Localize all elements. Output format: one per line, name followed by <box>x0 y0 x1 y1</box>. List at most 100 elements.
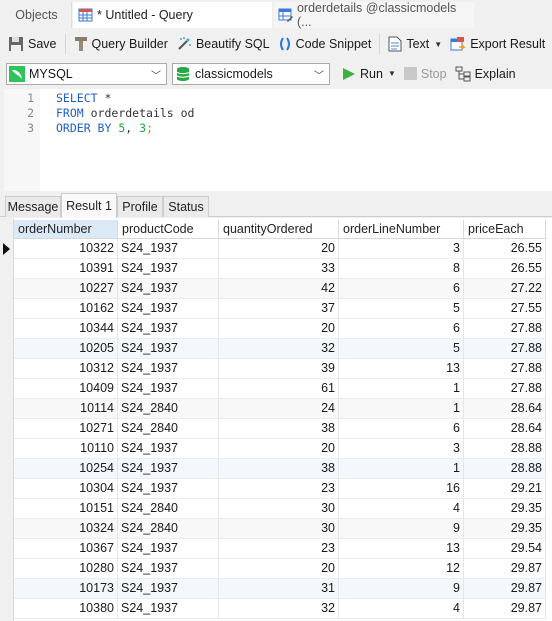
code-snippet-button[interactable]: Code Snippet <box>274 32 376 56</box>
cell-priceEach[interactable]: 28.64 <box>464 399 546 419</box>
cell-productCode[interactable]: S24_1937 <box>118 259 219 279</box>
cell-quantityOrdered[interactable]: 31 <box>219 579 339 599</box>
table-row[interactable]: 10312 S24_1937 39 13 27.88 <box>14 359 546 379</box>
table-row[interactable]: 10254 S24_1937 38 1 28.88 <box>14 459 546 479</box>
cell-orderLineNumber[interactable]: 3 <box>339 239 464 259</box>
table-row[interactable]: 10367 S24_1937 23 13 29.54 <box>14 539 546 559</box>
cell-priceEach[interactable]: 27.88 <box>464 379 546 399</box>
cell-orderLineNumber[interactable]: 4 <box>339 499 464 519</box>
cell-priceEach[interactable]: 27.88 <box>464 319 546 339</box>
cell-orderNumber[interactable]: 10271 <box>14 419 118 439</box>
cell-orderLineNumber[interactable]: 8 <box>339 259 464 279</box>
table-row[interactable]: 10173 S24_1937 31 9 29.87 <box>14 579 546 599</box>
cell-priceEach[interactable]: 29.54 <box>464 539 546 559</box>
column-header-quantityOrdered[interactable]: quantityOrdered <box>219 220 339 239</box>
cell-quantityOrdered[interactable]: 20 <box>219 319 339 339</box>
cell-orderLineNumber[interactable]: 3 <box>339 439 464 459</box>
cell-orderLineNumber[interactable]: 12 <box>339 559 464 579</box>
beautify-sql-button[interactable]: Beautify SQL <box>172 32 274 56</box>
cell-orderLineNumber[interactable]: 13 <box>339 359 464 379</box>
cell-quantityOrdered[interactable]: 30 <box>219 519 339 539</box>
cell-priceEach[interactable]: 26.55 <box>464 259 546 279</box>
cell-quantityOrdered[interactable]: 39 <box>219 359 339 379</box>
cell-orderNumber[interactable]: 10162 <box>14 299 118 319</box>
cell-quantityOrdered[interactable]: 20 <box>219 439 339 459</box>
cell-orderLineNumber[interactable]: 1 <box>339 379 464 399</box>
explain-button[interactable]: Explain <box>451 62 520 86</box>
cell-quantityOrdered[interactable]: 20 <box>219 559 339 579</box>
cell-productCode[interactable]: S24_1937 <box>118 479 219 499</box>
dropdown-caret-icon[interactable]: ▼ <box>388 69 396 78</box>
cell-productCode[interactable]: S24_1937 <box>118 339 219 359</box>
table-row[interactable]: 10391 S24_1937 33 8 26.55 <box>14 259 546 279</box>
cell-quantityOrdered[interactable]: 32 <box>219 339 339 359</box>
database-select[interactable]: classicmodels ﹀ <box>172 62 330 85</box>
cell-quantityOrdered[interactable]: 33 <box>219 259 339 279</box>
cell-orderNumber[interactable]: 10322 <box>14 239 118 259</box>
table-row[interactable]: 10271 S24_2840 38 6 28.64 <box>14 419 546 439</box>
cell-orderNumber[interactable]: 10151 <box>14 499 118 519</box>
column-header-productCode[interactable]: productCode <box>118 220 219 239</box>
dropdown-caret-icon[interactable]: ▼ <box>434 40 442 49</box>
table-row[interactable]: 10304 S24_1937 23 16 29.21 <box>14 479 546 499</box>
table-row[interactable]: 10205 S24_1937 32 5 27.88 <box>14 339 546 359</box>
tab-objects[interactable]: Objects <box>2 2 72 28</box>
cell-quantityOrdered[interactable]: 38 <box>219 459 339 479</box>
cell-orderNumber[interactable]: 10254 <box>14 459 118 479</box>
cell-priceEach[interactable]: 28.88 <box>464 459 546 479</box>
cell-priceEach[interactable]: 29.87 <box>464 599 546 619</box>
cell-priceEach[interactable]: 29.21 <box>464 479 546 499</box>
cell-orderNumber[interactable]: 10367 <box>14 539 118 559</box>
tab-result-1[interactable]: Result 1 <box>61 193 117 218</box>
cell-orderLineNumber[interactable]: 5 <box>339 339 464 359</box>
cell-productCode[interactable]: S24_1937 <box>118 359 219 379</box>
cell-orderNumber[interactable]: 10324 <box>14 519 118 539</box>
result-grid[interactable]: orderNumber productCode quantityOrdered … <box>0 218 552 621</box>
table-row[interactable]: 10114 S24_2840 24 1 28.64 <box>14 399 546 419</box>
cell-productCode[interactable]: S24_2840 <box>118 519 219 539</box>
table-row[interactable]: 10409 S24_1937 61 1 27.88 <box>14 379 546 399</box>
cell-orderNumber[interactable]: 10344 <box>14 319 118 339</box>
cell-productCode[interactable]: S24_1937 <box>118 459 219 479</box>
export-result-button[interactable]: Export Result <box>446 32 549 56</box>
cell-orderNumber[interactable]: 10110 <box>14 439 118 459</box>
cell-quantityOrdered[interactable]: 37 <box>219 299 339 319</box>
cell-orderLineNumber[interactable]: 9 <box>339 579 464 599</box>
cell-orderNumber[interactable]: 10409 <box>14 379 118 399</box>
cell-priceEach[interactable]: 27.22 <box>464 279 546 299</box>
cell-productCode[interactable]: S24_1937 <box>118 239 219 259</box>
cell-priceEach[interactable]: 28.88 <box>464 439 546 459</box>
connection-select[interactable]: MYSQL ﹀ <box>6 62 167 85</box>
cell-orderLineNumber[interactable]: 1 <box>339 399 464 419</box>
column-header-priceEach[interactable]: priceEach <box>464 220 546 239</box>
cell-orderNumber[interactable]: 10280 <box>14 559 118 579</box>
cell-orderLineNumber[interactable]: 6 <box>339 279 464 299</box>
cell-priceEach[interactable]: 27.88 <box>464 339 546 359</box>
cell-orderLineNumber[interactable]: 6 <box>339 319 464 339</box>
cell-orderLineNumber[interactable]: 6 <box>339 419 464 439</box>
tab-message[interactable]: Message <box>5 196 61 217</box>
cell-productCode[interactable]: S24_1937 <box>118 539 219 559</box>
cell-priceEach[interactable]: 27.55 <box>464 299 546 319</box>
cell-productCode[interactable]: S24_1937 <box>118 279 219 299</box>
cell-productCode[interactable]: S24_1937 <box>118 579 219 599</box>
cell-orderNumber[interactable]: 10227 <box>14 279 118 299</box>
run-button[interactable]: Run ▼ <box>338 62 400 86</box>
table-row[interactable]: 10110 S24_1937 20 3 28.88 <box>14 439 546 459</box>
stop-button[interactable]: Stop <box>400 62 451 86</box>
table-row[interactable]: 10151 S24_2840 30 4 29.35 <box>14 499 546 519</box>
column-header-orderLineNumber[interactable]: orderLineNumber <box>339 220 464 239</box>
cell-orderLineNumber[interactable]: 5 <box>339 299 464 319</box>
cell-quantityOrdered[interactable]: 20 <box>219 239 339 259</box>
table-row[interactable]: 10162 S24_1937 37 5 27.55 <box>14 299 546 319</box>
cell-orderLineNumber[interactable]: 4 <box>339 599 464 619</box>
cell-orderNumber[interactable]: 10114 <box>14 399 118 419</box>
cell-priceEach[interactable]: 29.87 <box>464 559 546 579</box>
cell-productCode[interactable]: S24_1937 <box>118 379 219 399</box>
cell-orderNumber[interactable]: 10380 <box>14 599 118 619</box>
query-builder-button[interactable]: Query Builder <box>70 32 172 56</box>
table-row[interactable]: 10344 S24_1937 20 6 27.88 <box>14 319 546 339</box>
cell-orderNumber[interactable]: 10304 <box>14 479 118 499</box>
table-row[interactable]: 10227 S24_1937 42 6 27.22 <box>14 279 546 299</box>
cell-priceEach[interactable]: 26.55 <box>464 239 546 259</box>
